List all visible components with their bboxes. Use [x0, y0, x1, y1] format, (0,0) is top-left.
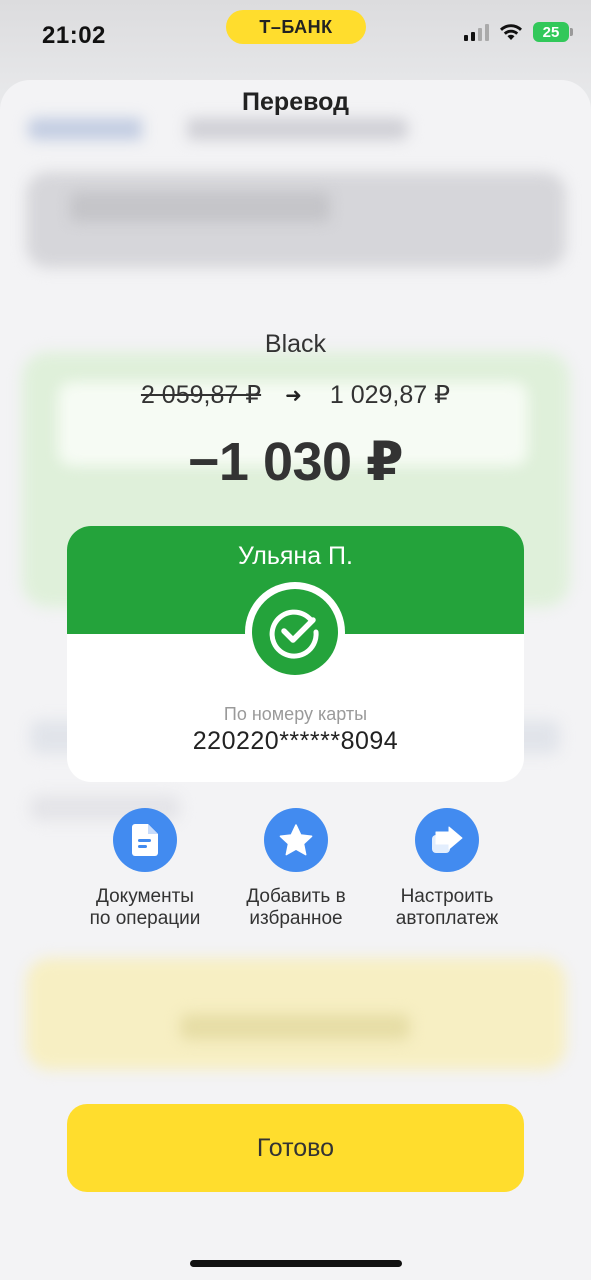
new-balance: 1 029,87 ₽: [329, 381, 451, 409]
bank-logo: [245, 582, 345, 682]
documents-action[interactable]: Документы по операции: [60, 808, 230, 930]
balance-change: 2 059,87 ₽ ➜ 1 029,87 ₽: [0, 380, 591, 410]
account-name: Black: [264, 330, 327, 358]
transfer-method: По номеру карты: [223, 704, 368, 724]
card-number: 220220******8094: [192, 727, 399, 755]
transfer-amount: −1 030 ₽: [187, 432, 404, 492]
document-icon[interactable]: [113, 808, 177, 872]
cellular-signal-icon: [464, 23, 489, 41]
recipient-card[interactable]: Ульяна П. По номеру карты 220220******80…: [67, 526, 524, 782]
blurred-breadcrumb: [28, 118, 408, 140]
done-button[interactable]: Готово: [67, 1104, 524, 1192]
share-arrow-icon[interactable]: [415, 808, 479, 872]
status-time: 21:02: [42, 22, 106, 49]
old-balance: 2 059,87 ₽: [140, 381, 262, 409]
autopay-action-label: Настроить автоплатеж: [395, 886, 499, 929]
page-title: Перевод: [242, 88, 349, 116]
add-to-favorites-label: Добавить в избранное: [246, 886, 346, 929]
arrow-right-icon: ➜: [285, 384, 302, 407]
home-indicator[interactable]: [190, 1260, 402, 1267]
sber-check-icon: [252, 589, 338, 675]
battery-icon: 25: [533, 22, 573, 42]
blurred-card-text: [70, 192, 330, 222]
blurred-banner-text: [180, 1014, 410, 1040]
autopay-action[interactable]: Настроить автоплатеж: [362, 808, 532, 930]
status-icons: 25: [464, 22, 573, 42]
bank-logo-pill[interactable]: Т–БАНК: [226, 10, 366, 44]
wifi-icon: [500, 24, 522, 40]
star-icon[interactable]: [264, 808, 328, 872]
documents-action-label: Документы по операции: [89, 886, 201, 929]
recipient-name: Ульяна П.: [238, 542, 353, 570]
add-to-favorites-action[interactable]: Добавить в избранное: [211, 808, 381, 930]
